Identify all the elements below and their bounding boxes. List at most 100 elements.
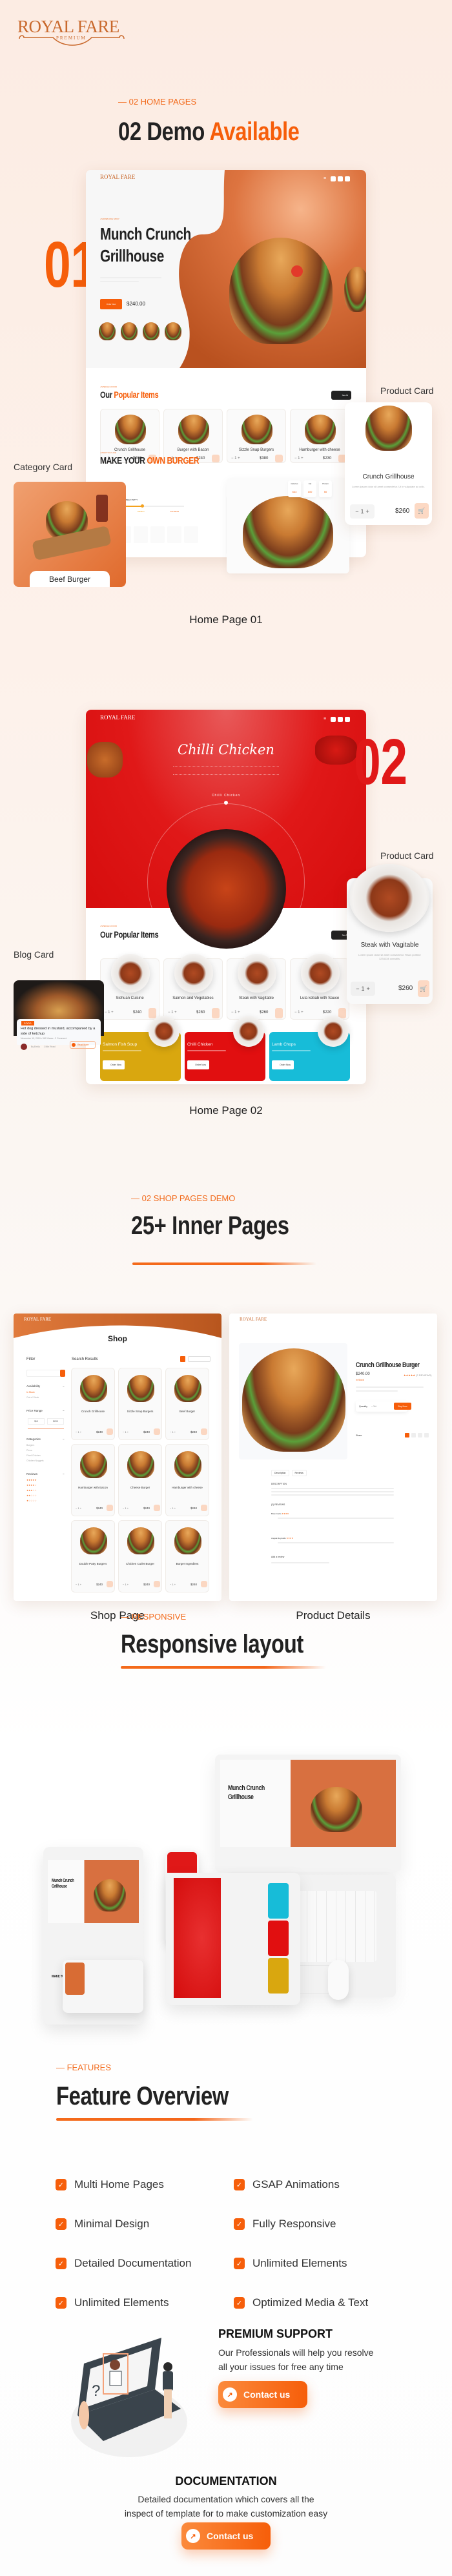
home1-order-button[interactable]: Order Now: [100, 299, 122, 309]
add-to-cart-button[interactable]: 🛒: [415, 503, 429, 519]
topping-option[interactable]: [134, 526, 148, 543]
qty-stepper[interactable]: − 1 +: [123, 1583, 128, 1586]
shop-product-card[interactable]: Crunch Grillhouse − 1 + $240: [71, 1368, 115, 1440]
instagram-icon[interactable]: [418, 1433, 422, 1437]
thumb-burger[interactable]: [99, 322, 116, 340]
filter-option[interactable]: Burgers: [26, 1444, 34, 1447]
add-to-cart-button[interactable]: [107, 1428, 113, 1435]
shop-logo[interactable]: ROYAL FARE: [24, 1317, 51, 1322]
pd-buy-button[interactable]: Buy Now: [394, 1403, 411, 1410]
filter-option[interactable]: Fried Chicken: [26, 1454, 41, 1457]
qty-stepper[interactable]: − 1 +: [105, 1011, 114, 1015]
tab-description[interactable]: Description: [271, 1470, 289, 1476]
qty-stepper[interactable]: − 1 +: [294, 1011, 303, 1015]
add-to-cart-button[interactable]: [275, 455, 283, 462]
home1-logo[interactable]: ROYAL FARE: [100, 174, 135, 180]
doneness-slider-handle[interactable]: [141, 504, 144, 508]
product-card[interactable]: Lula kebab with Sauce − 1 + $220: [290, 954, 349, 1020]
support-contact-button[interactable]: ↗ Contact us: [218, 2381, 307, 2408]
cart-icon[interactable]: [345, 176, 350, 181]
qty-stepper[interactable]: − 1 +: [168, 1011, 177, 1015]
promo-card[interactable]: Chilli Chicken Order Now: [185, 1016, 265, 1081]
shop-search-input[interactable]: [26, 1370, 64, 1377]
shop-product-card[interactable]: Double Patty Burgers − 1 + $240: [71, 1520, 115, 1592]
category-card[interactable]: Beef Burger: [14, 482, 126, 587]
product-card[interactable]: Salmon and Vegetables − 1 + $280: [163, 954, 223, 1020]
home1-see-all-button[interactable]: See All: [331, 391, 351, 400]
topping-option[interactable]: [150, 526, 165, 543]
filter-group-title[interactable]: Categories: [26, 1437, 41, 1441]
product-card[interactable]: Hamburger with cheese − 1 + $230: [290, 409, 349, 463]
arc-label-center[interactable]: Chilli Chicken: [86, 794, 366, 798]
rating-filter-option[interactable]: ★★★★★: [26, 1479, 37, 1481]
add-to-cart-button[interactable]: [154, 1428, 160, 1435]
price-input[interactable]: $10: [28, 1418, 45, 1425]
blog-card-tag[interactable]: FOOD: [21, 1021, 34, 1025]
facebook-icon[interactable]: [405, 1433, 409, 1437]
filter-option[interactable]: In Stock: [26, 1391, 35, 1394]
cart-icon[interactable]: [345, 717, 350, 722]
qty-stepper[interactable]: − 1 +: [76, 1430, 81, 1434]
topping-option[interactable]: [184, 526, 198, 543]
pd-logo[interactable]: ROYAL FARE: [240, 1317, 267, 1322]
home2-logo[interactable]: ROYAL FARE: [100, 714, 135, 721]
shop-product-card[interactable]: Cheese Burger − 1 + $240: [118, 1444, 162, 1516]
home2-product-card[interactable]: Steak with Vagitable Lorem ipsum dolor s…: [347, 864, 433, 1004]
thumb-burger[interactable]: [121, 322, 138, 340]
rating-filter-option[interactable]: ★☆☆☆☆: [26, 1499, 37, 1502]
rating-filter-option[interactable]: ★★☆☆☆: [26, 1494, 37, 1497]
blog-card[interactable]: FOOD Hot dog dressed in mustard, accompa…: [14, 980, 104, 1045]
linkedin-icon[interactable]: [424, 1433, 429, 1437]
shop-product-card[interactable]: Beef Burger − 1 + $240: [165, 1368, 209, 1440]
pd-qty-stepper[interactable]: − 1 +: [371, 1405, 376, 1408]
promo-card[interactable]: Salmon Fish Soup Order Now: [100, 1016, 181, 1081]
filter-option[interactable]: Pizza: [26, 1449, 32, 1452]
qty-stepper[interactable]: − 1 +: [123, 1430, 128, 1434]
home1-product-card[interactable]: Crunch Grillhouse Lorem ipsum dolor sit …: [345, 402, 432, 525]
product-card-qty-stepper[interactable]: − 1 +: [351, 982, 375, 996]
add-to-cart-button[interactable]: [107, 1505, 113, 1511]
product-card-qty-stepper[interactable]: − 1 +: [350, 504, 375, 519]
add-to-cart-button[interactable]: [212, 1008, 220, 1018]
order-now-button[interactable]: Order Now: [187, 1060, 209, 1069]
qty-stepper[interactable]: − 1 +: [231, 457, 240, 460]
add-to-cart-button[interactable]: [149, 1008, 156, 1018]
order-now-button[interactable]: Order Now: [103, 1060, 125, 1069]
user-icon[interactable]: [338, 176, 343, 181]
user-icon[interactable]: [338, 717, 343, 722]
sort-select[interactable]: [188, 1356, 211, 1362]
qty-stepper[interactable]: − 1 +: [76, 1507, 81, 1510]
shop-product-card[interactable]: Hamburger with cheese − 1 + $240: [165, 1444, 209, 1516]
qty-stepper[interactable]: − 1 +: [123, 1507, 128, 1510]
qty-stepper[interactable]: − 1 +: [170, 1430, 176, 1434]
brand-logo[interactable]: ROYAL FARE PREMIUM: [17, 17, 127, 50]
product-card[interactable]: Sizzle Snap Burgers − 1 + $380: [227, 409, 286, 463]
add-to-cart-button[interactable]: [201, 1581, 207, 1587]
shop-search-button[interactable]: [60, 1370, 65, 1377]
documentation-contact-button[interactable]: ↗ Contact us: [181, 2522, 271, 2550]
rating-filter-option[interactable]: ★★★☆☆: [26, 1489, 37, 1492]
order-now-button[interactable]: Order Now: [272, 1060, 294, 1069]
add-to-cart-button[interactable]: [154, 1505, 160, 1511]
grid-view-toggle[interactable]: [180, 1356, 185, 1362]
promo-card[interactable]: Lamb Chops Order Now: [269, 1016, 350, 1081]
arc-center-dot[interactable]: [224, 801, 228, 805]
filter-option[interactable]: Chicken Nuggets: [26, 1459, 44, 1462]
search-icon[interactable]: [331, 717, 336, 722]
price-range-slider[interactable]: [28, 1428, 64, 1429]
product-card[interactable]: Sichuan Cuisine − 1 + $240: [100, 954, 159, 1020]
qty-stepper[interactable]: − 1 +: [170, 1583, 176, 1586]
topping-option[interactable]: [167, 526, 181, 543]
blog-card-title[interactable]: Hot dog dressed in mustard, accompanied …: [21, 1027, 99, 1036]
shop-product-card[interactable]: Hamburger with Bacon − 1 + $240: [71, 1444, 115, 1516]
qty-stepper[interactable]: − 1 +: [170, 1507, 176, 1510]
add-to-cart-button[interactable]: [212, 455, 220, 462]
add-to-cart-button[interactable]: [154, 1581, 160, 1587]
thumb-burger[interactable]: [143, 322, 159, 340]
rating-filter-option[interactable]: ★★★★☆: [26, 1484, 37, 1487]
add-to-cart-button[interactable]: [107, 1581, 113, 1587]
menu-icon[interactable]: ≡: [324, 176, 329, 181]
qty-stepper[interactable]: − 1 +: [76, 1583, 81, 1586]
filter-group-title[interactable]: Availability: [26, 1385, 40, 1388]
collapse-icon[interactable]: −: [63, 1409, 65, 1412]
